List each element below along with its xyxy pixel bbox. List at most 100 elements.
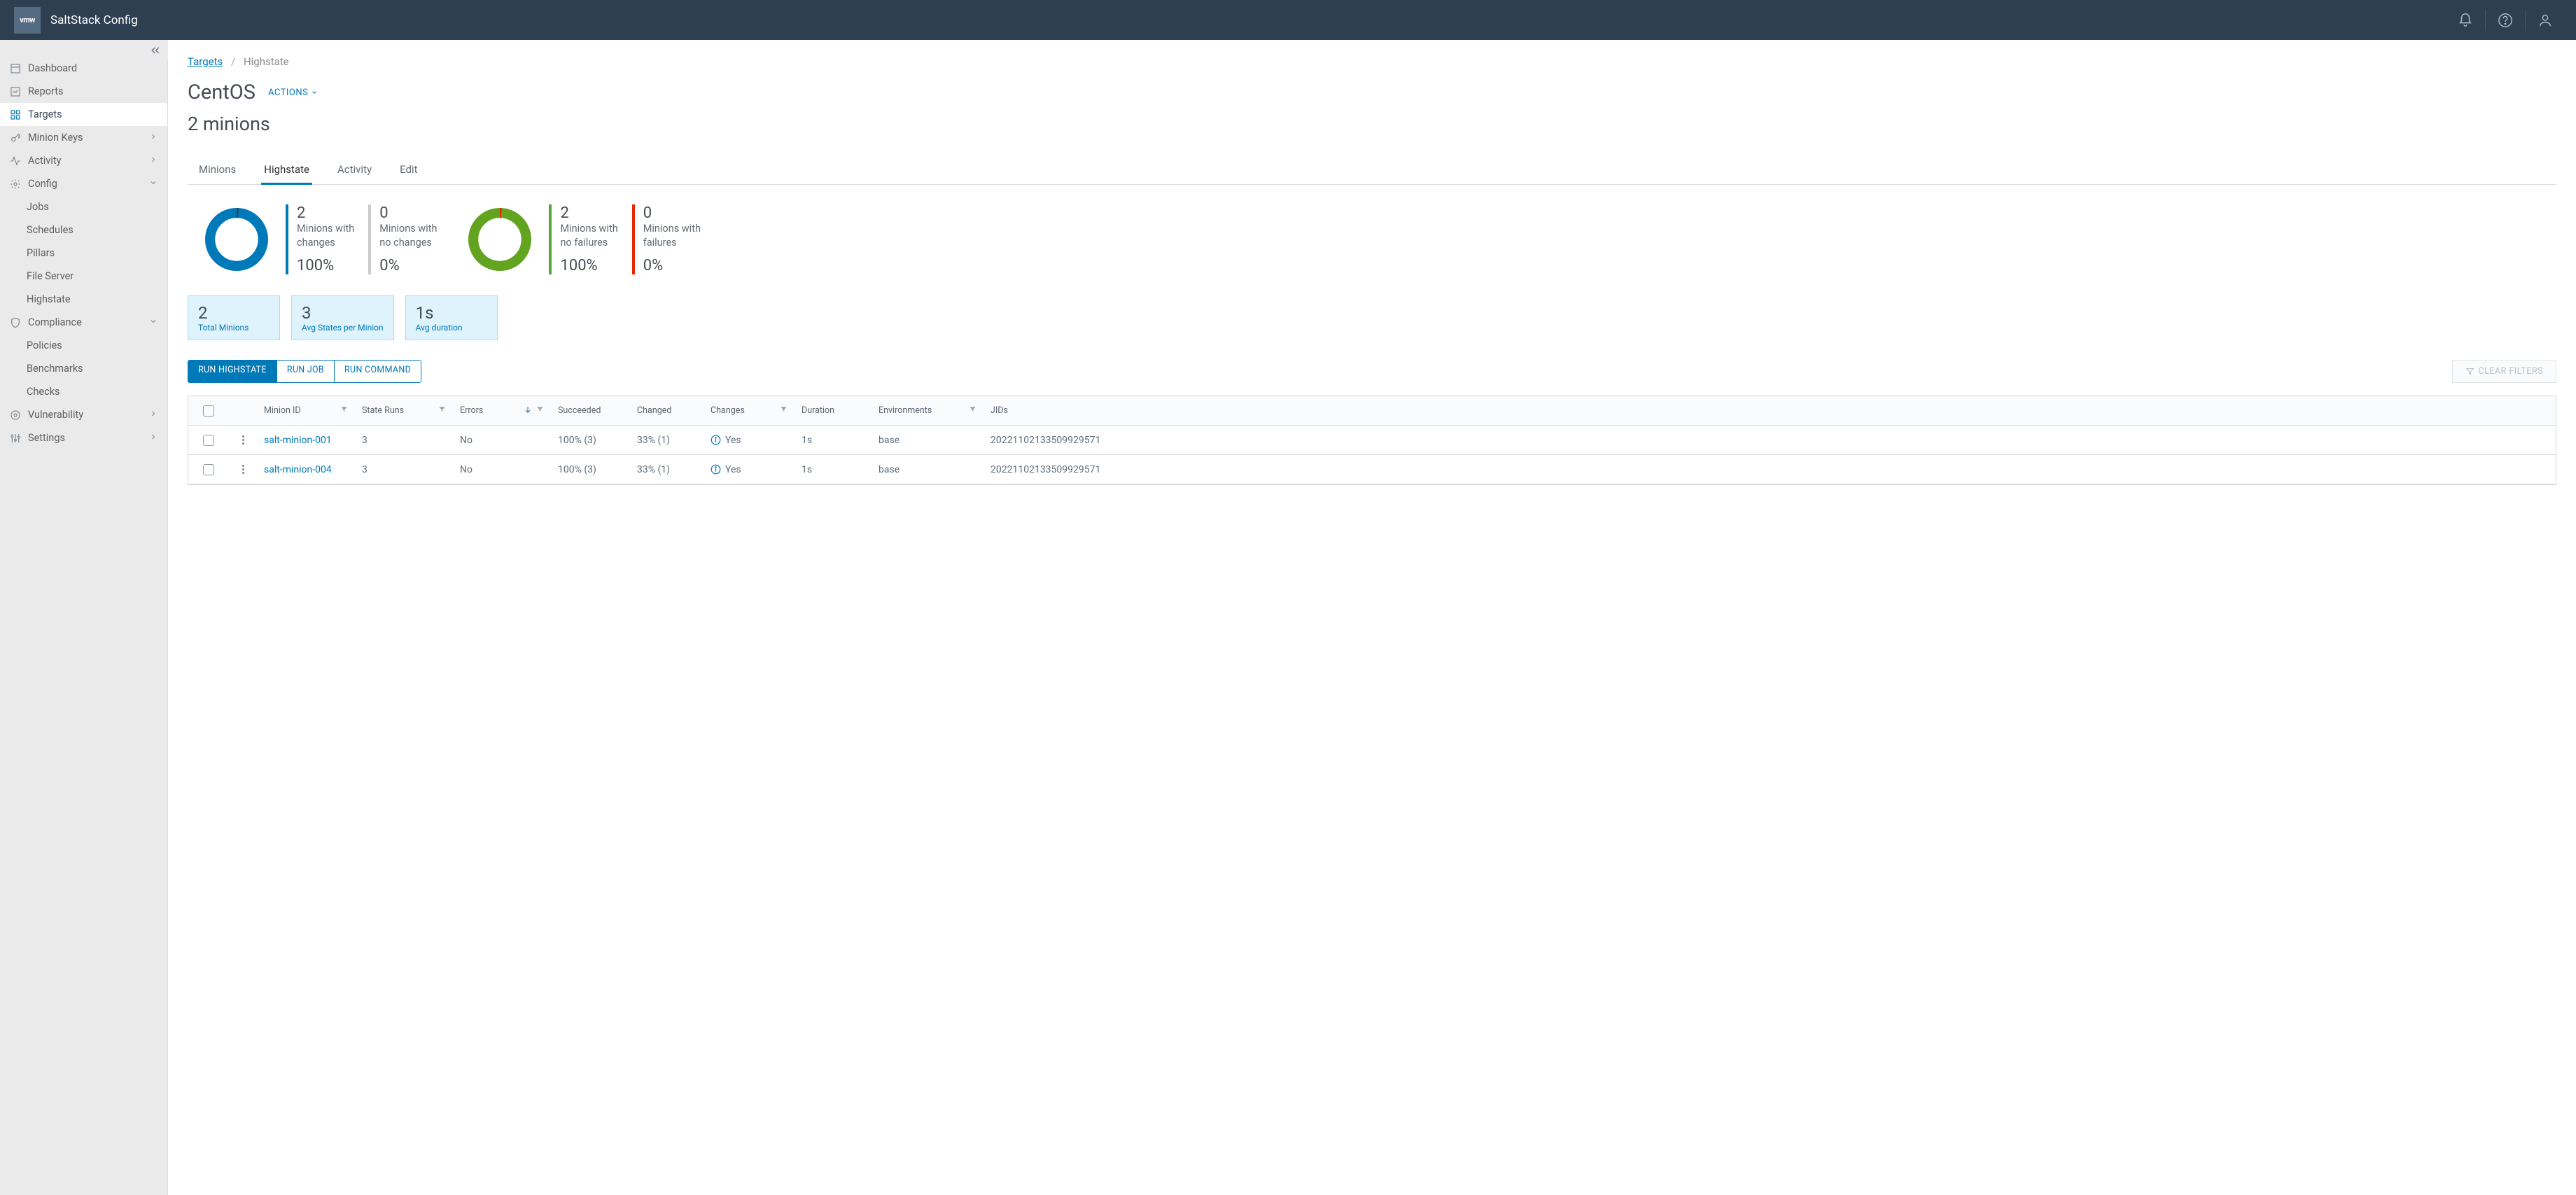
sidebar-item-jobs[interactable]: Jobs [0,195,167,218]
sidebar-item-compliance[interactable]: Compliance [0,311,167,334]
breadcrumb-targets-link[interactable]: Targets [188,55,223,68]
cell-succeeded: 100% (3) [551,459,630,481]
cell-errors: No [453,459,551,481]
cell-changed: 33% (1) [630,429,704,452]
cell-changes: Yes [704,429,794,452]
table-header-row: Minion ID State Runs Errors Succeeded Ch… [188,396,2556,426]
row-menu-icon[interactable] [242,465,244,474]
notifications-icon[interactable] [2449,6,2482,34]
col-errors: Errors [460,405,519,416]
cell-changes: Yes [704,459,794,481]
sidebar-item-label: Compliance [28,316,149,328]
sidebar-item-label: Settings [28,432,149,444]
tab-edit[interactable]: Edit [397,156,420,185]
shield-icon [10,317,22,328]
sidebar-item-vulnerability[interactable]: Vulnerability [0,403,167,426]
row-checkbox[interactable] [203,464,214,475]
sidebar-item-label: Targets [28,109,156,120]
sidebar-item-reports[interactable]: Reports [0,80,167,103]
page-title: CentOS [188,81,255,104]
app-title: SaltStack Config [50,13,138,27]
run-job-button[interactable]: RUN JOB [277,361,335,382]
dashboard-icon [10,63,22,74]
chevron-right-icon [149,409,158,421]
help-icon[interactable] [2488,6,2522,34]
sidebar-item-settings[interactable]: Settings [0,426,167,449]
sidebar-item-label: Dashboard [28,62,158,74]
minion-id-link[interactable]: salt-minion-004 [257,459,355,481]
sidebar-item-label: Vulnerability [28,409,149,421]
key-icon [10,132,22,144]
tab-bar: Minions Highstate Activity Edit [188,156,2556,185]
sidebar-item-benchmarks[interactable]: Benchmarks [0,357,167,380]
col-jids: JIDs [990,405,2549,416]
sidebar-item-dashboard[interactable]: Dashboard [0,61,167,80]
cell-duration: 1s [794,429,872,452]
card-total-minions[interactable]: 2 Total Minions [188,295,280,340]
stat-failures: 0 Minions withfailures 0% [632,204,701,274]
sidebar-item-label: Config [28,178,149,190]
chevron-right-icon [149,432,158,444]
filter-icon [2465,367,2474,376]
col-environments: Environments [878,405,965,416]
row-menu-icon[interactable] [242,435,244,445]
sidebar-item-minion-keys[interactable]: Minion Keys [0,126,167,149]
cell-jids: 20221102133509929571 [983,429,2556,452]
run-highstate-button[interactable]: RUN HIGHSTATE [188,361,277,382]
minion-id-link[interactable]: salt-minion-001 [257,429,355,452]
sidebar-item-config[interactable]: Config [0,172,167,195]
cell-state-runs: 3 [355,429,453,452]
filter-icon[interactable] [340,405,348,416]
cell-environments: base [872,459,983,481]
sidebar-item-schedules[interactable]: Schedules [0,218,167,242]
cell-environments: base [872,429,983,452]
breadcrumb-current: Highstate [244,55,289,68]
failures-donut-chart [465,204,535,274]
stat-no-failures: 2 Minions withno failures 100% [549,204,617,274]
sidebar-item-label: Minion Keys [28,132,149,144]
chevron-down-icon [149,178,158,190]
info-icon[interactable] [710,464,721,475]
action-button-group: RUN HIGHSTATE RUN JOB RUN COMMAND [188,360,421,383]
filter-icon[interactable] [780,405,788,416]
cell-errors: No [453,429,551,452]
cell-jids: 20221102133509929571 [983,459,2556,481]
vulnerability-icon [10,410,22,421]
actions-dropdown[interactable]: ACTIONS [268,88,318,98]
targets-icon [10,109,22,120]
card-avg-duration[interactable]: 1s Avg duration [405,295,498,340]
clear-filters-button: CLEAR FILTERS [2452,360,2556,383]
chevron-down-icon [149,316,158,328]
sidebar-item-checks[interactable]: Checks [0,380,167,403]
minion-table: Minion ID State Runs Errors Succeeded Ch… [188,396,2556,485]
sidebar-item-policies[interactable]: Policies [0,334,167,357]
sidebar-item-highstate[interactable]: Highstate [0,288,167,311]
tab-highstate[interactable]: Highstate [261,156,312,185]
user-icon[interactable] [2528,6,2562,34]
row-checkbox[interactable] [203,435,214,446]
table-row: salt-minion-001 3 No 100% (3) 33% (1) Ye… [188,426,2556,455]
minion-count-subtitle: 2 minions [188,113,2556,135]
chevron-right-icon [149,155,158,167]
filter-icon[interactable] [969,405,976,416]
filter-icon[interactable] [536,405,544,416]
tab-minions[interactable]: Minions [196,156,239,185]
sidebar-item-file-server[interactable]: File Server [0,265,167,288]
sidebar-item-activity[interactable]: Activity [0,149,167,172]
sidebar-item-targets[interactable]: Targets [0,103,168,126]
info-icon[interactable] [710,435,721,445]
gear-icon [10,179,22,190]
col-changes: Changes [710,405,776,416]
col-state-runs: State Runs [362,405,434,416]
filter-icon[interactable] [438,405,446,416]
sidebar-item-label: Activity [28,155,149,167]
run-command-button[interactable]: RUN COMMAND [335,361,421,382]
changes-donut-chart [202,204,272,274]
sliders-icon [10,433,22,444]
select-all-checkbox[interactable] [203,405,214,417]
sort-down-icon[interactable] [524,405,532,417]
sidebar-item-pillars[interactable]: Pillars [0,242,167,265]
tab-activity[interactable]: Activity [335,156,374,185]
card-avg-states[interactable]: 3 Avg States per Minion [291,295,394,340]
collapse-sidebar-icon[interactable] [150,45,161,56]
